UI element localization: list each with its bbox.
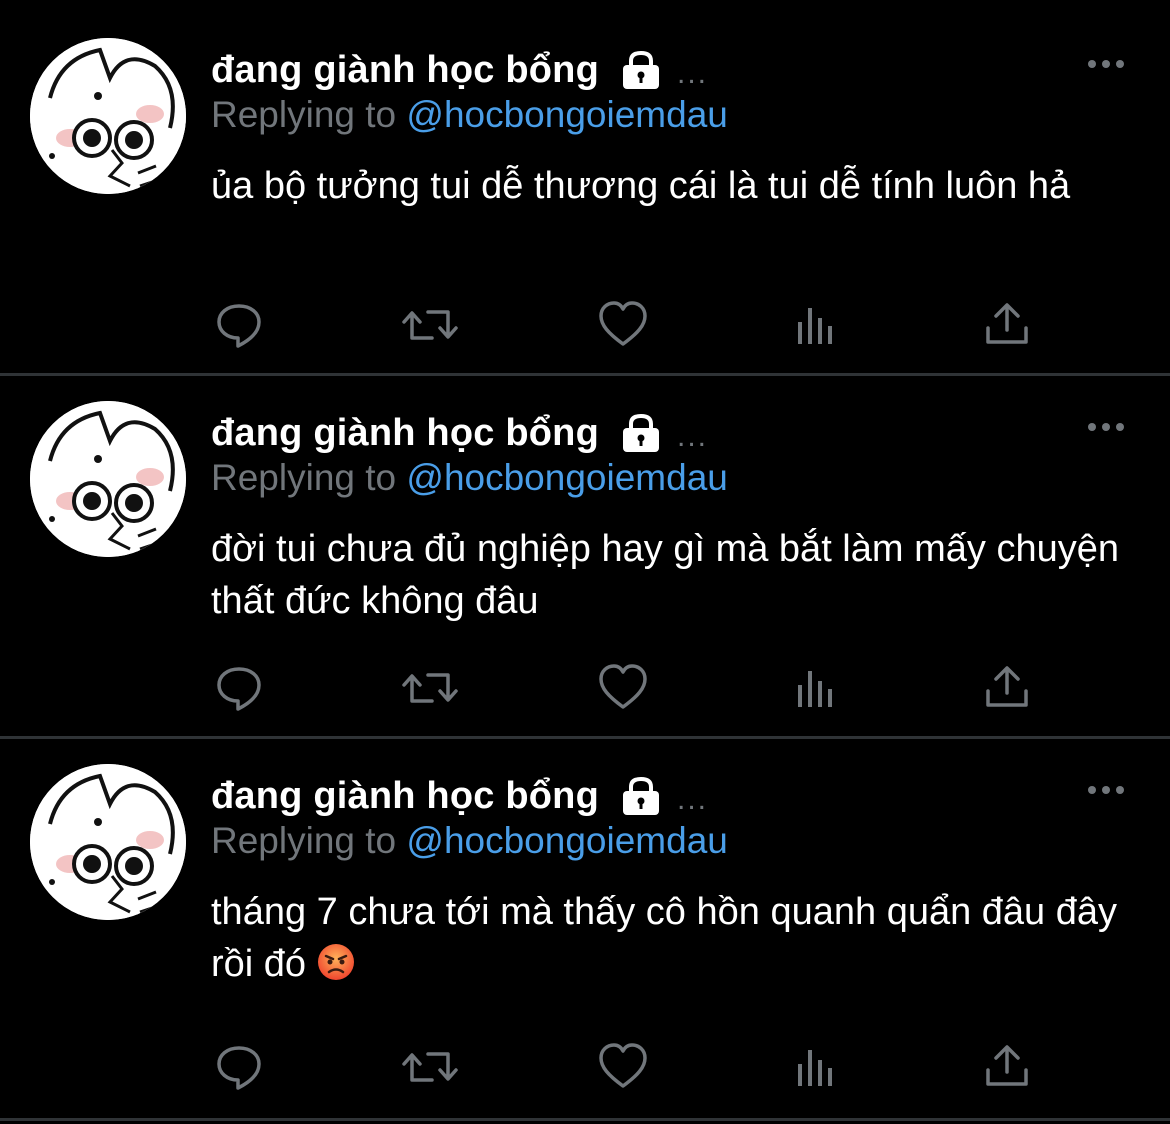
- truncation-ellipsis: ...: [676, 420, 708, 453]
- tweet-actions: [212, 1042, 1042, 1094]
- avatar[interactable]: [30, 764, 186, 920]
- retweet-icon[interactable]: [402, 1042, 458, 1092]
- views-icon[interactable]: [792, 663, 842, 713]
- share-icon[interactable]: [982, 663, 1032, 713]
- replying-to: Replying to @hocbongoiemdau: [211, 94, 728, 136]
- display-name[interactable]: đang giành học bổng: [211, 775, 599, 818]
- avatar[interactable]: [30, 401, 186, 557]
- retweet-icon[interactable]: [402, 300, 458, 350]
- reply-icon[interactable]: [214, 300, 264, 350]
- lock-icon: [619, 776, 663, 816]
- tweet[interactable]: đang giành học bổng ... Replying to @hoc…: [0, 726, 1170, 1090]
- tweet-header: đang giành học bổng ...: [211, 407, 708, 459]
- tweet-feed: đang giành học bổng ... Replying to @hoc…: [0, 0, 1170, 1124]
- reply-handle-link[interactable]: @hocbongoiemdau: [406, 457, 727, 498]
- like-icon[interactable]: [598, 663, 648, 713]
- lock-icon: [619, 50, 663, 90]
- replying-to: Replying to @hocbongoiemdau: [211, 820, 728, 862]
- display-name[interactable]: đang giành học bổng: [211, 412, 599, 455]
- reply-handle-link[interactable]: @hocbongoiemdau: [406, 94, 727, 135]
- tweet-actions: [212, 663, 1042, 715]
- more-options-icon[interactable]: [1086, 778, 1126, 802]
- tweet-text: ủa bộ tưởng tui dễ thương cái là tui dễ …: [211, 165, 1071, 207]
- reply-icon[interactable]: [214, 1042, 264, 1092]
- replying-label: Replying to: [211, 820, 407, 861]
- reply-icon[interactable]: [214, 663, 264, 713]
- tweet-divider: [0, 1118, 1170, 1121]
- like-icon[interactable]: [598, 300, 648, 350]
- display-name[interactable]: đang giành học bổng: [211, 49, 599, 92]
- tweet-text: đời tui chưa đủ nghiệp hay gì mà bắt làm…: [211, 528, 1119, 622]
- replying-to: Replying to @hocbongoiemdau: [211, 457, 728, 499]
- tweet-text: tháng 7 chưa tới mà thấy cô hồn quanh qu…: [211, 886, 1131, 990]
- truncation-ellipsis: ...: [676, 57, 708, 90]
- share-icon[interactable]: [982, 1042, 1032, 1092]
- like-icon[interactable]: [598, 1042, 648, 1092]
- replying-label: Replying to: [211, 457, 407, 498]
- avatar[interactable]: [30, 38, 186, 194]
- retweet-icon[interactable]: [402, 663, 458, 713]
- tweet-actions: [212, 300, 1042, 352]
- lock-icon: [619, 413, 663, 453]
- angry-face-icon: [316, 942, 356, 982]
- reply-handle-link[interactable]: @hocbongoiemdau: [406, 820, 727, 861]
- tweet[interactable]: đang giành học bổng ... Replying to @hoc…: [0, 0, 1170, 360]
- truncation-ellipsis: ...: [676, 783, 708, 816]
- tweet[interactable]: đang giành học bổng ... Replying to @hoc…: [0, 363, 1170, 723]
- views-icon[interactable]: [792, 1042, 842, 1092]
- more-options-icon[interactable]: [1086, 52, 1126, 76]
- views-icon[interactable]: [792, 300, 842, 350]
- more-options-icon[interactable]: [1086, 415, 1126, 439]
- tweet-header: đang giành học bổng ...: [211, 770, 708, 822]
- replying-label: Replying to: [211, 94, 407, 135]
- tweet-header: đang giành học bổng ...: [211, 44, 708, 96]
- share-icon[interactable]: [982, 300, 1032, 350]
